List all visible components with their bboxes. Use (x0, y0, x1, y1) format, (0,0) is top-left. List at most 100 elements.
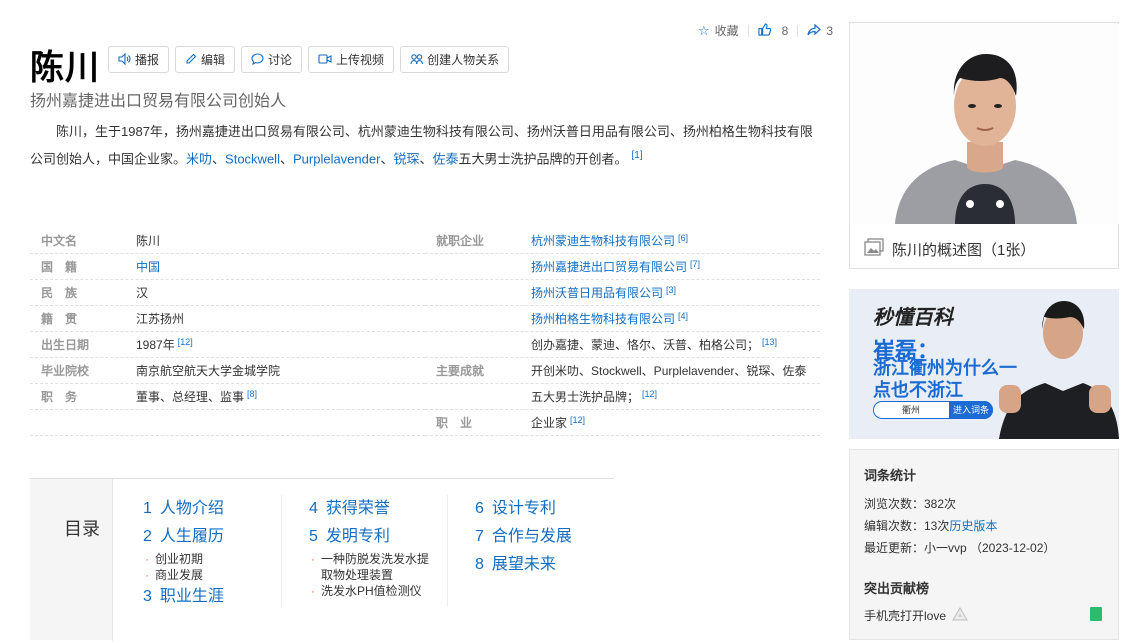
reference[interactable]: [12] (178, 337, 193, 347)
infobox-text: 汉 (136, 286, 149, 300)
entry-stats: 词条统计 浏览次数：382次 编辑次数：13次历史版本 最近更新：小一vvp （… (849, 449, 1119, 640)
infobox-row: 创办嘉捷、蒙迪、恪尔、沃普、柏格公司； [13] (425, 332, 820, 358)
catalog-item[interactable]: 5 发明专利 (309, 523, 459, 551)
collect-button[interactable]: ☆ 收藏 (698, 22, 739, 39)
subtitle: 扬州嘉捷进出口贸易有限公司创始人 (30, 93, 287, 110)
infobox-row: 国 籍 中国 (30, 254, 425, 280)
chat-bubble-icon (251, 52, 264, 67)
infobox-text: 董事、总经理、监事 (136, 390, 245, 404)
infobox-text: 五大男士洗护品牌； (531, 390, 640, 404)
like-button[interactable]: 8 (758, 23, 788, 38)
infobox-row: 中文名 陈川 (30, 228, 425, 254)
infobox-value: 1987年 [12] (136, 336, 193, 353)
infobox-label: 职 务 (41, 390, 78, 404)
divider (281, 495, 282, 607)
edit-count: 编辑次数：13次历史版本 (864, 519, 998, 533)
image-gallery-icon (864, 238, 884, 260)
catalog-item[interactable]: 4 获得荣誉 (309, 495, 459, 523)
speaker-icon (118, 52, 131, 67)
reference[interactable]: [1] (632, 150, 643, 161)
video-camera-icon (318, 53, 332, 67)
infobox-value: 中国 (136, 258, 160, 275)
edit-button[interactable]: 编辑 (175, 46, 236, 73)
reference[interactable]: [13] (762, 337, 777, 347)
catalog-column: 6 设计专利 7 合作与发展 8 展望未来 (475, 495, 572, 579)
infobox-value: 企业家 [12] (531, 414, 585, 431)
top-actions: ☆ 收藏 8 3 (698, 22, 833, 39)
infobox-value: 扬州柏格生物科技有限公司 [4] (531, 310, 688, 327)
catalog-item[interactable]: 6 设计专利 (475, 495, 572, 523)
infobox-link[interactable]: 中国 (136, 260, 160, 274)
contributor-item[interactable]: 手机壳打开love (864, 607, 968, 624)
last-updated: 最近更新：小一vvp （2023-12-02） (864, 541, 1056, 555)
ad-subheadline: 浙江衢州为什么一点也不浙江 (873, 358, 1017, 400)
share-button[interactable]: 3 (807, 23, 833, 38)
catalog-item[interactable]: 7 合作与发展 (475, 523, 572, 551)
view-count: 浏览次数：382次 (864, 497, 957, 511)
catalog-subitem[interactable]: 创业初期 (143, 551, 224, 567)
brand-link[interactable]: 米叻 (186, 151, 212, 166)
infobox-right: 就职企业 杭州蒙迪生物科技有限公司 [6] 扬州嘉捷进出口贸易有限公司 [7] 扬州沃普日… (425, 228, 820, 436)
infobox-label: 毕业院校 (41, 364, 90, 378)
stats-title: 词条统计 (864, 468, 917, 483)
level-badge-icon (952, 607, 968, 624)
ad-logo: 秒懂百科 (873, 307, 953, 329)
infobox-link[interactable]: 扬州柏格生物科技有限公司 (531, 312, 675, 326)
summary: 陈川，生于1987年，扬州嘉捷进出口贸易有限公司、杭州蒙迪生物科技有限公司、扬州… (30, 124, 813, 167)
summary-photo-card[interactable]: 陈川的概述图（1张） (849, 22, 1119, 269)
relationship-icon (410, 53, 424, 67)
catalog-item[interactable]: 2 人生履历 (143, 523, 224, 551)
infobox-label: 籍 贯 (41, 312, 78, 326)
brand-link[interactable]: 佐泰 (432, 151, 458, 166)
photo-caption[interactable]: 陈川的概述图（1张） (850, 229, 1118, 269)
catalog-subitem[interactable]: 洗发水PH值检测仪 (309, 583, 439, 599)
infobox-row: 五大男士洗护品牌； [12] (425, 384, 820, 410)
infobox-row: 毕业院校 南京航空航天大学金城学院 (30, 358, 425, 384)
reference[interactable]: [12] (642, 389, 657, 399)
infobox-value: 陈川 (136, 232, 160, 249)
catalog-item[interactable]: 8 展望未来 (475, 551, 572, 579)
title-toolbar: 播报 编辑 讨论 上传视频 创建人物关系 (108, 46, 510, 73)
bookmark-icon[interactable] (1090, 607, 1102, 621)
history-link[interactable]: 历史版本 (949, 519, 997, 533)
infobox-value: 董事、总经理、监事 [8] (136, 388, 257, 405)
discuss-button[interactable]: 讨论 (241, 46, 303, 73)
infobox-link[interactable]: 杭州蒙迪生物科技有限公司 (531, 234, 675, 248)
upload-video-button[interactable]: 上传视频 (308, 46, 395, 73)
broadcast-button[interactable]: 播报 (108, 46, 170, 73)
catalog-subitem[interactable]: 商业发展 (143, 567, 224, 583)
infobox-value: 杭州蒙迪生物科技有限公司 [6] (531, 232, 688, 249)
reference[interactable]: [4] (678, 311, 688, 321)
catalog-title: 目录 (64, 519, 100, 539)
catalog-subitem[interactable]: 一种防脱发洗发水提取物处理装置 (309, 551, 439, 583)
portrait-photo[interactable] (851, 24, 1119, 224)
infobox-value: 南京航空航天大学金城学院 (136, 362, 280, 379)
infobox-label: 中文名 (41, 234, 78, 248)
infobox-text: 江苏扬州 (136, 312, 185, 326)
infobox-label: 出生日期 (41, 338, 90, 352)
infobox-row (30, 410, 425, 436)
reference[interactable]: [8] (247, 389, 257, 399)
divider (447, 495, 448, 607)
video-ad-banner[interactable]: 秒懂百科 崔磊： 浙江衢州为什么一点也不浙江 衢州 进入词条 (849, 289, 1119, 439)
infobox-label: 主要成就 (436, 364, 485, 378)
reference[interactable]: [3] (666, 285, 676, 295)
infobox-value: 扬州嘉捷进出口贸易有限公司 [7] (531, 258, 700, 275)
pencil-icon (185, 53, 197, 67)
infobox-left: 中文名 陈川国 籍 中国民 族 汉籍 贯 江苏扬州 出生日期 1987年 [12] 毕业院校 南京… (30, 228, 425, 436)
brand-link[interactable]: 锐琛 (393, 151, 419, 166)
catalog-item[interactable]: 1 人物介绍 (143, 495, 224, 523)
reference[interactable]: [6] (678, 233, 688, 243)
infobox-row: 出生日期 1987年 [12] (30, 332, 425, 358)
infobox-value: 开创米叻、Stockwell、Purplelavender、锐琛、佐泰 (531, 362, 806, 379)
brand-link[interactable]: Purplelavender (293, 151, 380, 166)
infobox-link[interactable]: 扬州嘉捷进出口贸易有限公司 (531, 260, 687, 274)
ad-enter-button[interactable]: 进入词条 (949, 401, 993, 419)
brand-link[interactable]: Stockwell (225, 151, 280, 166)
create-relationship-button[interactable]: 创建人物关系 (400, 46, 510, 73)
infobox-link[interactable]: 扬州沃普日用品有限公司 (531, 286, 663, 300)
reference[interactable]: [7] (690, 259, 700, 269)
infobox-text: 创办嘉捷、蒙迪、恪尔、沃普、柏格公司； (531, 338, 760, 352)
catalog-item[interactable]: 3 职业生涯 (143, 583, 224, 611)
reference[interactable]: [12] (570, 415, 585, 425)
